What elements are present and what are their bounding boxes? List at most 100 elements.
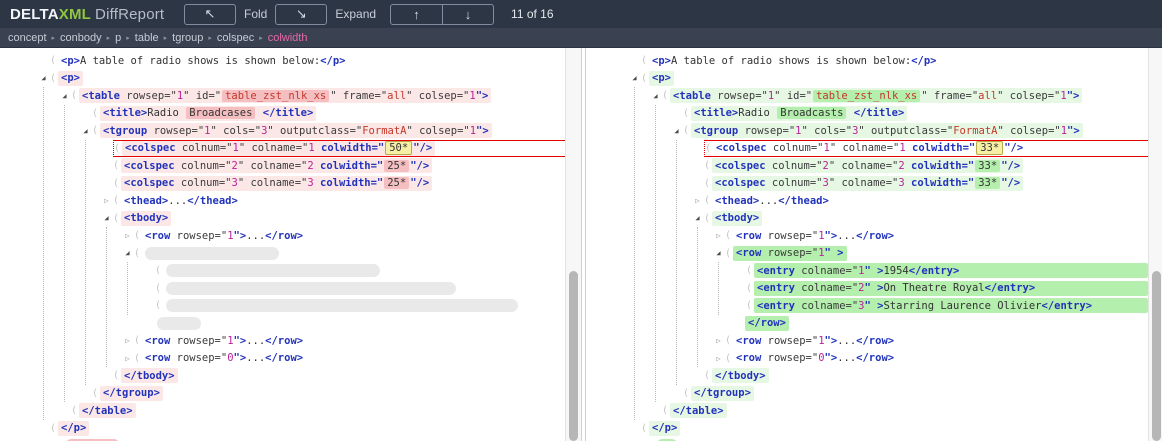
code-token: " outputclass=" [858,125,953,137]
fold-handle[interactable]: ( [113,195,121,206]
fold-handle[interactable]: ( [113,370,121,381]
fold-handle[interactable]: ( [704,213,712,224]
fold-handle[interactable]: ( [746,265,754,276]
fold-handle[interactable]: ( [114,143,122,154]
fold-handle[interactable]: ( [704,195,712,206]
fold-handle[interactable]: ( [746,283,754,294]
collapse-node-icon[interactable]: ◢ [121,249,134,257]
fold-handle[interactable]: ( [134,335,142,346]
fold-handle[interactable]: ( [92,388,100,399]
breadcrumb-item-concept[interactable]: concept [8,32,47,44]
breadcrumb-separator-icon: ▸ [164,34,168,42]
fold-handle[interactable]: ( [134,248,142,259]
fold-handle[interactable]: ( [683,125,691,136]
fold-handle[interactable]: ( [746,300,754,311]
fold-handle[interactable]: ( [704,160,712,171]
fold-handle[interactable]: ( [92,108,100,119]
fold-handle[interactable]: ( [113,178,121,189]
fold-handle[interactable]: ( [92,125,100,136]
code-token: rowsep=" [147,125,204,137]
breadcrumb-item-p[interactable]: p [115,32,121,44]
fold-handle[interactable]: ( [155,300,163,311]
fold-handle[interactable]: ( [683,388,691,399]
fold-handle[interactable]: ( [641,423,649,434]
right-scrollbar[interactable] [1148,48,1162,441]
expand-node-icon[interactable]: ▷ [121,231,134,240]
line-content: <thead>...</thead> [712,193,832,208]
next-diff-button[interactable]: ↓ [442,5,493,24]
code-token: " colsep=" [997,90,1060,102]
expand-node-icon[interactable]: ▷ [712,354,725,363]
code-token: colwidth=" [314,160,384,172]
fold-handle[interactable]: ( [641,55,649,66]
tree-indent-guide [85,140,86,385]
collapse-node-icon[interactable]: ◢ [79,127,92,135]
fold-handle[interactable]: ( [725,230,733,241]
expand-node-icon[interactable]: ▷ [121,354,134,363]
right-document-panel[interactable]: (<p>A table of radio shows is shown belo… [586,48,1148,441]
expand-node-icon[interactable]: ▷ [712,231,725,240]
expand-node-icon[interactable]: ▷ [712,336,725,345]
code-token: colname=" [795,265,858,277]
fold-handle[interactable]: ( [704,178,712,189]
collapse-node-icon[interactable]: ◢ [649,92,662,100]
expand-node-icon[interactable]: ▷ [691,196,704,205]
fold-handle[interactable]: ( [71,90,79,101]
code-token: " frame=" [330,90,387,102]
code-token: </entry> [985,282,1036,294]
code-token: <colspec [715,177,766,189]
left-document-panel[interactable]: (<p>A table of radio shows is shown belo… [0,48,565,441]
scrollbar-thumb[interactable] [1152,271,1161,441]
fold-handle[interactable]: ( [71,405,79,416]
code-token: " colname=" [238,160,308,172]
fold-handle[interactable]: ( [134,353,142,364]
fold-handle[interactable]: ( [113,213,121,224]
fold-handle[interactable]: ( [662,90,670,101]
fold-handle[interactable]: ( [50,423,58,434]
fold-button[interactable]: ↖ [184,4,236,25]
code-line: ◢(<table rowsep="1" id="table_zst_nlk_xs… [0,87,565,105]
fold-handle[interactable]: ( [134,230,142,241]
expand-button[interactable]: ↘ [275,4,327,25]
fold-handle[interactable]: ( [704,370,712,381]
collapse-node-icon[interactable]: ◢ [712,249,725,257]
fold-handle[interactable]: ( [641,73,649,84]
fold-handle[interactable]: ( [725,353,733,364]
collapse-node-icon[interactable]: ◢ [37,74,50,82]
breadcrumb-item-tgroup[interactable]: tgroup [172,32,203,44]
line-body: (<p> [50,70,565,88]
collapse-node-icon[interactable]: ◢ [58,92,71,100]
expand-node-icon[interactable]: ▷ [121,336,134,345]
fold-handle[interactable]: ( [155,265,163,276]
fold-handle[interactable]: ( [705,143,713,154]
fold-handle[interactable]: ( [662,405,670,416]
fold-handle[interactable]: ( [683,108,691,119]
fold-handle[interactable]: ( [155,283,163,294]
line-content [163,298,521,313]
fold-handle[interactable]: ( [725,248,733,259]
fold-handle[interactable]: ( [50,55,58,66]
code-token: ... [837,335,856,347]
collapse-node-icon[interactable]: ◢ [628,74,641,82]
collapse-node-icon[interactable]: ◢ [100,214,113,222]
breadcrumb-item-conbody[interactable]: conbody [60,32,102,44]
code-token: "/> [413,142,432,154]
breadcrumb-item-current[interactable]: colwidth [268,32,308,44]
fold-handle[interactable]: ( [725,335,733,346]
previous-diff-button[interactable]: ↑ [391,5,442,24]
collapse-node-icon[interactable]: ◢ [691,214,704,222]
line-body: (</tbody> [704,367,1148,385]
fold-handle[interactable]: ( [113,160,121,171]
arrow-down-icon: ↓ [465,7,472,22]
breadcrumb-item-colspec[interactable]: colspec [217,32,254,44]
expand-node-icon[interactable]: ▷ [100,196,113,205]
line-body: (<tgroup rowsep="1" cols="3" outputclass… [92,122,565,140]
scrollbar-thumb[interactable] [569,271,578,441]
left-scrollbar[interactable] [565,48,581,441]
app-logo: DELTAXMLDiffReport [10,6,172,23]
fold-handle[interactable]: ( [50,73,58,84]
code-token: colnum=" [766,160,823,172]
breadcrumb-item-table[interactable]: table [135,32,159,44]
collapse-node-icon[interactable]: ◢ [670,127,683,135]
line-body: (<table rowsep="1" id="table_zst_nlk_xs"… [662,87,1148,105]
